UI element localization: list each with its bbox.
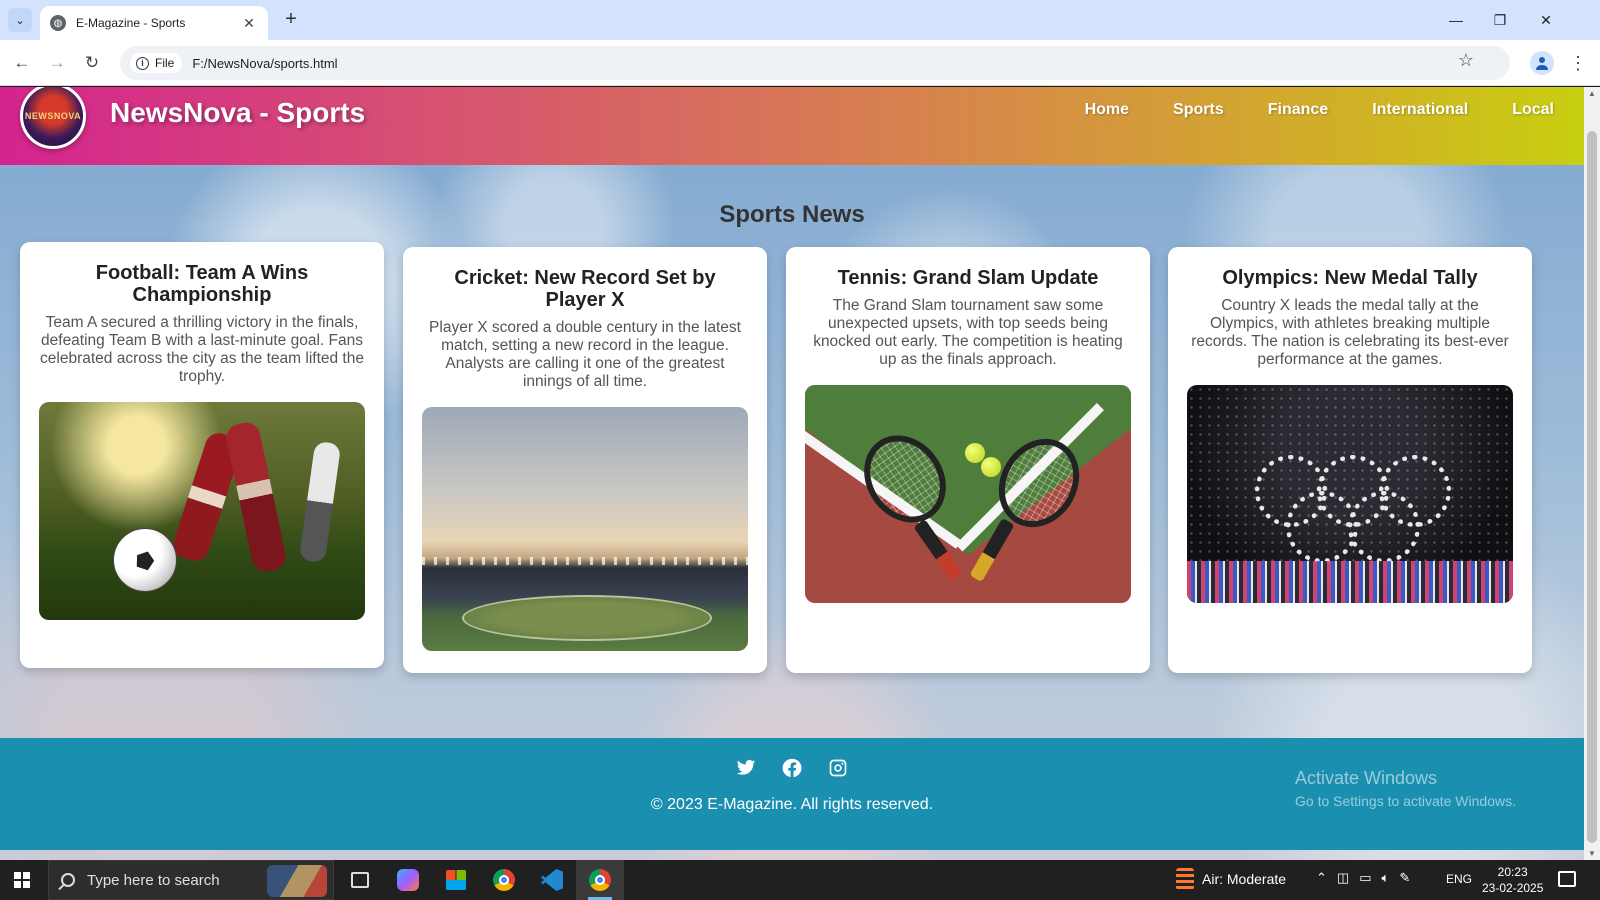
chrome-button[interactable] [480, 860, 528, 900]
restore-button[interactable]: ❐ [1480, 8, 1520, 32]
activate-windows-watermark: Activate Windows Go to Settings to activ… [1295, 768, 1516, 809]
olympic-rings-image [1187, 385, 1513, 603]
weather-widget[interactable]: Air: Moderate [1176, 868, 1286, 890]
tab-close-icon[interactable]: ✕ [240, 15, 258, 32]
windows-start-icon[interactable] [14, 872, 30, 888]
network-icon[interactable]: ▭ [1359, 870, 1371, 886]
site-footer: © 2023 E-Magazine. All rights reserved. … [0, 738, 1584, 850]
article-card-tennis: Tennis: Grand Slam Update The Grand Slam… [786, 247, 1150, 673]
air-quality-text: Air: Moderate [1202, 871, 1287, 887]
section-title: Sports News [719, 201, 865, 228]
windows-taskbar: Type here to search Air: Moderate ⌃ ◫ ▭ … [0, 860, 1600, 900]
taskbar-search-box[interactable]: Type here to search [48, 860, 334, 900]
soccer-ball-icon [113, 528, 177, 592]
profile-icon[interactable] [1530, 51, 1554, 75]
new-tab-button[interactable]: + [280, 9, 302, 31]
site-info-chip[interactable]: i File [130, 53, 183, 73]
cricket-stadium-image [422, 407, 748, 651]
close-window-button[interactable]: ✕ [1526, 8, 1566, 32]
browser-menu-icon[interactable]: ⋮ [1568, 49, 1588, 77]
tab-title: E-Magazine - Sports [76, 16, 186, 30]
system-tray-icons: ⌃ ◫ ▭ 🔈︎ ✎ [1316, 870, 1410, 886]
forward-button[interactable]: → [45, 51, 69, 75]
scroll-down-arrow-icon[interactable]: ▼ [1588, 849, 1596, 858]
taskbar-search-placeholder: Type here to search [87, 871, 220, 889]
info-icon: i [136, 56, 149, 70]
reload-button[interactable]: ↻ [80, 51, 104, 75]
article-title[interactable]: Cricket: New Record Set by Player X [422, 267, 748, 311]
scroll-up-arrow-icon[interactable]: ▲ [1588, 89, 1596, 98]
article-body: Country X leads the medal tally at the O… [1191, 297, 1509, 368]
chrome-icon [589, 869, 611, 891]
article-body: The Grand Slam tournament saw some unexp… [813, 297, 1123, 368]
chrome-active-button[interactable] [576, 860, 624, 900]
twitter-icon[interactable] [736, 758, 756, 783]
site-header: NEWSNOVA NewsNova - Sports Home Sports F… [0, 87, 1584, 165]
copilot-button[interactable] [384, 860, 432, 900]
task-view-button[interactable] [336, 860, 384, 900]
football-image [39, 402, 365, 620]
store-button[interactable] [432, 860, 480, 900]
store-icon [446, 870, 466, 890]
back-button[interactable]: ← [10, 51, 34, 75]
site-title: NewsNova - Sports [110, 97, 366, 128]
meet-icon[interactable]: ◫ [1337, 870, 1349, 886]
site-info-label: File [155, 56, 175, 70]
search-icon [61, 873, 75, 887]
browser-toolbar: ← → ↻ i File F:/NewsNova/sports.html ☆ ⋮ [0, 40, 1600, 86]
nav-link-sports[interactable]: Sports [1173, 101, 1224, 119]
nav-link-finance[interactable]: Finance [1268, 101, 1328, 119]
clock[interactable]: 20:23 23-02-2025 [1482, 864, 1543, 896]
nav-link-local[interactable]: Local [1512, 101, 1554, 119]
minimize-button[interactable]: — [1436, 8, 1476, 32]
tennis-rackets-image [805, 385, 1131, 603]
tab-search-button[interactable]: ⌄ [8, 8, 32, 32]
task-view-icon [351, 872, 369, 888]
address-bar[interactable]: i File F:/NewsNova/sports.html ☆ [120, 46, 1510, 80]
volume-icon[interactable]: 🔈︎ [1382, 870, 1390, 886]
vscode-icon [541, 869, 563, 891]
url-text[interactable]: F:/NewsNova/sports.html [192, 56, 337, 71]
article-card-olympics: Olympics: New Medal Tally Country X lead… [1168, 247, 1532, 673]
activate-title: Activate Windows [1295, 768, 1438, 788]
nav-link-home[interactable]: Home [1085, 101, 1129, 119]
bookmark-star-icon[interactable]: ☆ [1458, 50, 1474, 71]
chrome-icon [493, 869, 515, 891]
activate-subtitle: Go to Settings to activate Windows. [1295, 793, 1516, 809]
article-body: Player X scored a double century in the … [429, 319, 741, 390]
globe-icon: ◍ [50, 15, 66, 31]
browser-tab[interactable]: ◍ E-Magazine - Sports ✕ [40, 6, 268, 40]
pen-icon[interactable]: ✎ [1399, 870, 1410, 886]
article-card-football: Football: Team A Wins Championship Team … [20, 242, 384, 668]
page-scrollbar[interactable]: ▲ ▼ [1584, 87, 1600, 860]
vscode-button[interactable] [528, 860, 576, 900]
chevron-up-icon[interactable]: ⌃ [1316, 870, 1327, 886]
air-quality-icon [1176, 868, 1194, 890]
article-title[interactable]: Olympics: New Medal Tally [1187, 267, 1513, 289]
page-viewport: NEWSNOVA NewsNova - Sports Home Sports F… [0, 87, 1584, 860]
article-card-cricket: Cricket: New Record Set by Player X Play… [403, 247, 767, 673]
main-nav: Home Sports Finance International Local [1085, 101, 1584, 119]
article-body: Team A secured a thrilling victory in th… [40, 314, 364, 385]
article-title[interactable]: Tennis: Grand Slam Update [805, 267, 1131, 289]
clock-time: 20:23 [1497, 865, 1528, 879]
nav-link-international[interactable]: International [1372, 101, 1468, 119]
clock-date: 23-02-2025 [1482, 881, 1544, 895]
facebook-icon[interactable] [782, 758, 802, 783]
logo-text: NEWSNOVA [24, 111, 82, 121]
browser-tab-strip: ⌄ ◍ E-Magazine - Sports ✕ + — ❐ ✕ [0, 0, 1600, 40]
search-highlight-image [267, 865, 327, 897]
scrollbar-thumb[interactable] [1587, 131, 1597, 843]
copilot-icon [397, 869, 419, 891]
site-logo[interactable]: NEWSNOVA [20, 87, 86, 149]
input-language[interactable]: ENG [1446, 872, 1472, 886]
instagram-icon[interactable] [828, 758, 848, 783]
article-title[interactable]: Football: Team A Wins Championship [39, 262, 365, 306]
notification-icon[interactable] [1558, 871, 1576, 887]
